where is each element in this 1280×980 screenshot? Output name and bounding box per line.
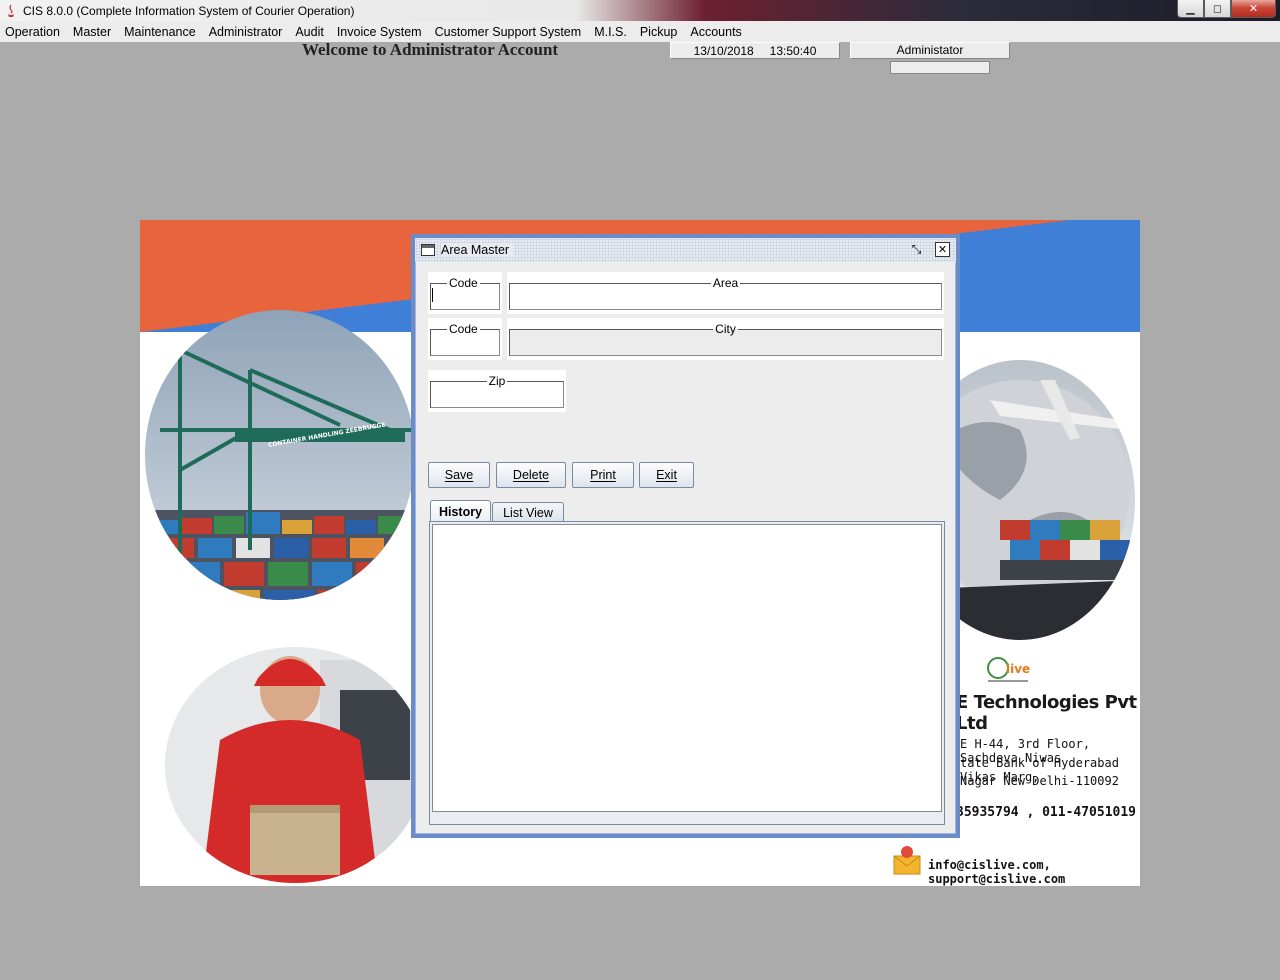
city-label: City	[715, 322, 736, 336]
time-text: 13:50:40	[769, 43, 817, 58]
email-envelope-icon	[893, 846, 921, 875]
menu-bar: Operation Master Maintenance Administrat…	[0, 21, 1280, 42]
window-titlebar[interactable]: CIS 8.0.0 (Complete Information System o…	[0, 0, 1280, 21]
history-panel	[429, 521, 945, 825]
user-sub-field	[890, 61, 990, 74]
history-list[interactable]	[432, 524, 942, 812]
zip-label: Zip	[488, 374, 506, 388]
address-line-3: Nagar New Delhi-110092	[960, 774, 1119, 788]
menu-customer-support-system[interactable]: Customer Support System	[435, 25, 582, 39]
tab-history[interactable]: History	[430, 500, 491, 522]
area-master-window: Area Master ⤡ ✕ Code Area Code City Zip …	[411, 234, 960, 838]
cislive-logo: live	[987, 657, 1030, 682]
welcome-heading: Welcome to Administrator Account	[302, 40, 559, 59]
save-button[interactable]: Save	[428, 462, 490, 488]
restore-icon[interactable]: ⤡	[909, 242, 924, 257]
print-button[interactable]: Print	[572, 462, 634, 488]
maximize-button[interactable]: ◻	[1204, 0, 1231, 18]
company-name: E Technologies Pvt Ltd	[956, 692, 1137, 734]
menu-audit[interactable]: Audit	[295, 25, 324, 39]
minimize-button[interactable]: ▁	[1177, 0, 1204, 18]
text-caret	[432, 288, 433, 302]
area-master-titlebar[interactable]: Area Master ⤡ ✕	[415, 238, 956, 262]
menu-pickup[interactable]: Pickup	[640, 25, 678, 39]
area-code-field[interactable]: Code	[428, 272, 502, 314]
window-icon	[421, 244, 435, 256]
menu-operation[interactable]: Operation	[5, 25, 60, 39]
svg-text:live: live	[1006, 662, 1030, 676]
city-code-field[interactable]: Code	[428, 318, 502, 360]
city-name-field: City	[507, 318, 944, 360]
menu-accounts[interactable]: Accounts	[690, 25, 741, 39]
window-title: CIS 8.0.0 (Complete Information System o…	[23, 3, 355, 18]
area-name-field[interactable]: Area	[507, 272, 944, 314]
port-photo	[145, 310, 415, 600]
java-app-icon	[4, 4, 18, 18]
phone-numbers: 35935794 , 011-47051019	[956, 805, 1137, 820]
city-code-label: Code	[449, 322, 478, 336]
menu-maintenance[interactable]: Maintenance	[124, 25, 196, 39]
zip-field[interactable]: Zip	[428, 370, 566, 412]
exit-button[interactable]: Exit	[639, 462, 694, 488]
frame-close-icon[interactable]: ✕	[935, 242, 950, 257]
area-master-title: Area Master	[441, 243, 514, 257]
contact-email: info@cislive.com, support@cislive.com	[928, 858, 1066, 886]
menu-mis[interactable]: M.I.S.	[594, 25, 627, 39]
tab-list-view[interactable]: List View	[492, 502, 564, 522]
delete-button[interactable]: Delete	[496, 462, 566, 488]
date-text: 13/10/2018	[693, 43, 754, 58]
area-label: Area	[712, 276, 739, 290]
menu-invoice-system[interactable]: Invoice System	[337, 25, 422, 39]
user-display: Administator	[850, 42, 1010, 59]
close-button[interactable]: ✕	[1231, 0, 1276, 18]
menu-master[interactable]: Master	[73, 25, 111, 39]
menu-administrator[interactable]: Administrator	[209, 25, 283, 39]
datetime-display: 13/10/2018 13:50:40	[670, 42, 840, 59]
area-code-label: Code	[449, 276, 478, 290]
